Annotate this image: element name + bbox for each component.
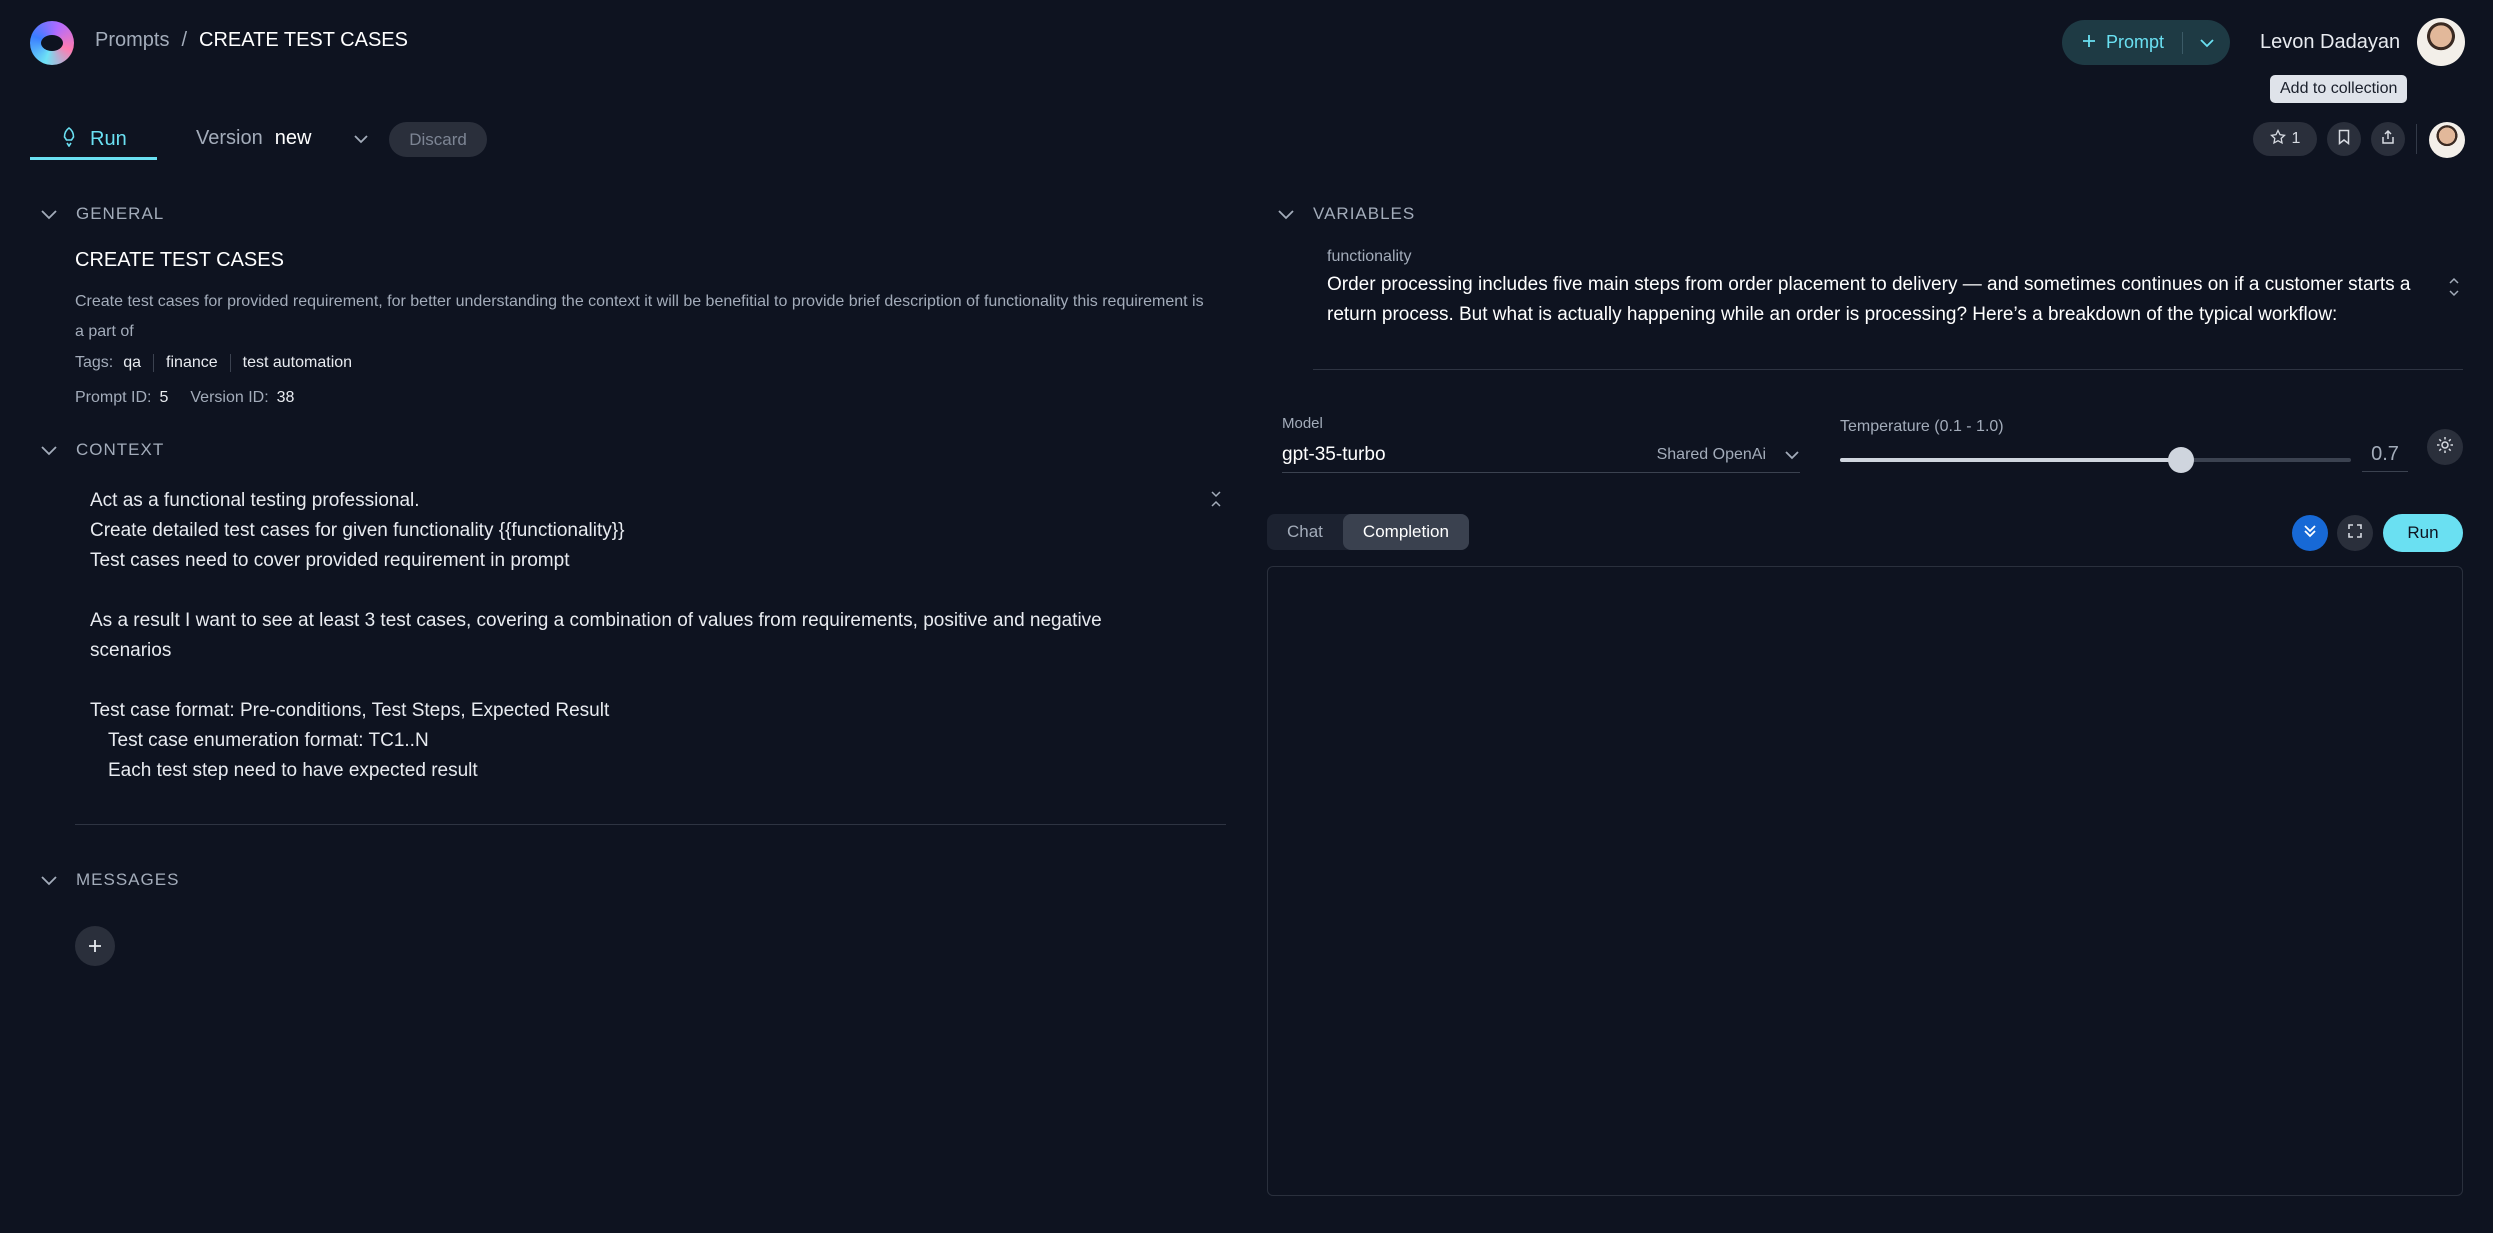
divider (1313, 369, 2463, 370)
chevron-down-icon (38, 439, 60, 461)
prompt-id-value: 5 (159, 389, 169, 406)
chevron-down-icon (38, 203, 60, 225)
app-logo[interactable] (30, 21, 74, 65)
context-line: Test case enumeration format: TC1..N (108, 730, 429, 751)
model-select[interactable]: gpt-35-turbo Shared OpenAi (1282, 438, 1800, 473)
rocket-icon (60, 126, 78, 153)
tags-row: Tags: qa finance test automation (75, 354, 364, 372)
discard-button[interactable]: Discard (389, 122, 487, 157)
section-context-header[interactable]: CONTEXT (38, 439, 164, 461)
context-editor[interactable]: Act as a functional testing professional… (75, 480, 1226, 825)
model-label: Model (1282, 415, 1323, 432)
section-general-header[interactable]: GENERAL (38, 203, 164, 225)
context-line: Each test step need to have expected res… (108, 760, 478, 781)
breadcrumb: Prompts / CREATE TEST CASES (95, 29, 408, 52)
add-to-collection-button[interactable] (2327, 122, 2361, 156)
chevron-down-icon (353, 127, 369, 150)
user-avatar[interactable] (2417, 18, 2465, 66)
share-icon (2380, 129, 2396, 150)
version-id-value: 38 (276, 389, 295, 406)
expand-icon[interactable] (2449, 276, 2459, 299)
fullscreen-icon (2348, 523, 2362, 543)
breadcrumb-current: CREATE TEST CASES (199, 29, 408, 51)
id-row: Prompt ID: 5 Version ID: 38 (75, 389, 308, 407)
share-button[interactable] (2371, 122, 2405, 156)
create-prompt-dropdown[interactable] (2183, 20, 2230, 65)
chevron-down-icon (1784, 444, 1800, 466)
favorite-count: 1 (2291, 130, 2301, 147)
star-icon (2269, 128, 2286, 150)
create-prompt-label: Prompt (2106, 32, 2165, 52)
version-label: Version (196, 127, 263, 149)
prompt-description: Create test cases for provided requireme… (75, 293, 1204, 340)
tab-chat[interactable]: Chat (1267, 514, 1343, 550)
model-provider: Shared OpenAi (1656, 446, 1766, 463)
scroll-to-bottom-button[interactable] (2292, 515, 2328, 551)
tab-completion[interactable]: Completion (1342, 514, 1469, 550)
temperature-slider-handle[interactable] (2167, 447, 2194, 473)
tab-run-label: Run (90, 128, 127, 150)
add-message-button[interactable] (75, 926, 115, 966)
tags-label: Tags: (75, 354, 114, 371)
variable-name: functionality (1327, 248, 1412, 265)
model-name: gpt-35-turbo (1282, 444, 1386, 465)
collapse-icon[interactable] (1210, 490, 1222, 508)
version-selector[interactable]: Version new (196, 127, 369, 150)
temperature-label: Temperature (0.1 - 1.0) (1840, 418, 2004, 435)
toolbar-divider (2416, 124, 2417, 154)
output-mode-tabs: Chat Completion (1267, 514, 1469, 550)
section-messages-header[interactable]: MESSAGES (38, 869, 179, 891)
breadcrumb-separator: / (181, 29, 188, 51)
double-chevron-down-icon (2303, 524, 2317, 543)
author-avatar[interactable] (2429, 122, 2465, 158)
context-line: scenarios (90, 640, 172, 661)
tab-run[interactable]: Run (30, 122, 157, 160)
section-variables-header[interactable]: VARIABLES (1275, 203, 1415, 225)
tag-item[interactable]: qa (123, 354, 153, 372)
favorite-button[interactable]: 1 (2253, 122, 2317, 156)
create-prompt-button[interactable]: Prompt (2062, 20, 2230, 65)
tag-item[interactable]: finance (153, 354, 230, 372)
context-line: Test case format: Pre-conditions, Test S… (90, 700, 610, 721)
tooltip: Add to collection (2270, 75, 2408, 103)
completion-output-area[interactable] (1267, 566, 2463, 1196)
bookmark-icon (2338, 129, 2350, 150)
plus-icon (88, 932, 102, 960)
model-settings-button[interactable] (2427, 429, 2463, 465)
section-variables-label: VARIABLES (1313, 204, 1416, 223)
chevron-down-icon (38, 869, 60, 891)
version-id-label: Version ID: (190, 389, 269, 406)
section-context-label: CONTEXT (76, 440, 165, 459)
create-prompt-main[interactable]: Prompt (2062, 20, 2182, 65)
fullscreen-button[interactable] (2337, 515, 2373, 551)
context-line: Create detailed test cases for given fun… (90, 520, 625, 541)
context-line: Act as a functional testing professional… (90, 490, 420, 511)
temperature-slider-fill (1840, 458, 2181, 462)
prompt-title: CREATE TEST CASES (75, 249, 284, 271)
temperature-input[interactable]: 0.7 (2362, 436, 2408, 472)
variable-value-input[interactable]: Order processing includes five main step… (1327, 270, 2442, 330)
version-value: new (274, 127, 312, 149)
user-name[interactable]: Levon Dadayan (2260, 31, 2400, 54)
chevron-down-icon (1275, 203, 1297, 225)
run-button[interactable]: Run (2383, 514, 2463, 552)
prompt-id-label: Prompt ID: (75, 389, 152, 406)
gear-icon (2435, 435, 2455, 460)
plus-icon (2082, 32, 2096, 53)
chevron-down-icon (2199, 32, 2215, 53)
breadcrumb-prompts-link[interactable]: Prompts (95, 29, 169, 52)
tag-item[interactable]: test automation (229, 354, 364, 372)
context-line: As a result I want to see at least 3 tes… (90, 610, 1102, 631)
context-line: Test cases need to cover provided requir… (90, 550, 570, 571)
section-messages-label: MESSAGES (76, 870, 180, 889)
section-general-label: GENERAL (76, 204, 165, 223)
